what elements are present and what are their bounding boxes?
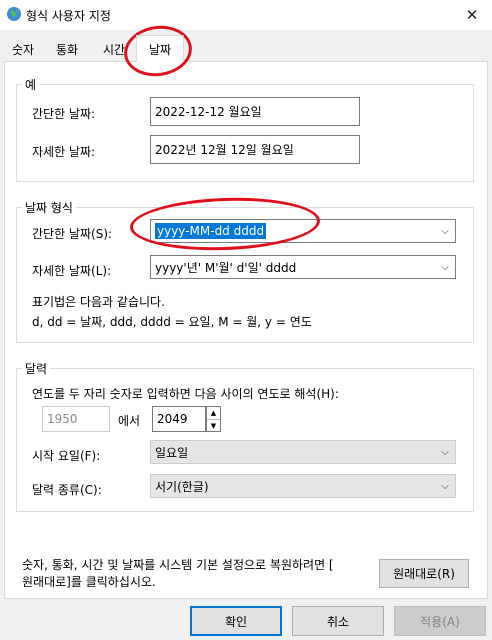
reset-instructions-line1: 숫자, 통화, 시간 및 날짜를 시스템 기본 설정으로 복원하려면 [ [22,558,334,572]
long-date-format-combo[interactable]: yyyy'년' M'월' d'일' dddd ⌵ [150,255,456,279]
example-short-date-field: 2022-12-12 월요일 [150,97,360,126]
ok-button[interactable]: 확인 [190,606,282,636]
year-from-field: 1950 [42,406,110,432]
first-day-label: 시작 요일(F): [32,449,101,463]
example-short-label: 간단한 날짜: [32,107,96,121]
between-label: 에서 [118,414,141,428]
two-digit-year-label: 연도를 두 자리 숫자로 입력하면 다음 사이의 연도로 해석(H): [32,387,339,401]
first-day-combo[interactable]: 일요일 ⌵ [150,440,456,464]
spin-up-icon[interactable]: ▲ [207,407,220,420]
year-spinner[interactable]: ▲ ▼ [206,406,221,432]
chevron-down-icon[interactable]: ⌵ [435,262,455,273]
year-to-field[interactable]: 2049 [152,406,206,432]
calendar-type-combo[interactable]: 서기(한글) ⌵ [150,474,456,498]
notation-heading: 표기법은 다음과 같습니다. [32,295,165,309]
close-icon[interactable]: ✕ [452,0,492,30]
notation-legend: d, dd = 날짜, ddd, dddd = 요일, M = 월, y = 연… [32,315,312,329]
example-long-label: 자세한 날짜: [32,145,96,159]
apply-button: 적용(A) [394,606,486,636]
calendar-group-label: 달력 [22,360,51,377]
window-title: 형식 사용자 지정 [26,9,111,23]
long-date-format-label: 자세한 날짜(L): [32,264,112,278]
tab-number[interactable]: 숫자 [4,38,42,60]
chevron-down-icon[interactable]: ⌵ [435,447,455,458]
reset-button[interactable]: 원래대로(R) [379,559,469,588]
example-group-label: 예 [22,76,40,93]
cancel-button[interactable]: 취소 [292,606,384,636]
title-bar: 형식 사용자 지정 ✕ [0,0,492,30]
calendar-type-value: 서기(한글) [155,479,209,494]
spin-down-icon[interactable]: ▼ [207,420,220,432]
chevron-down-icon[interactable]: ⌵ [435,226,455,237]
tab-date[interactable]: 날짜 [136,35,184,62]
first-day-value: 일요일 [155,445,189,460]
reset-instructions-line2: 원래대로]를 클릭하십시오. [22,575,156,589]
short-date-format-label: 간단한 날짜(S): [32,227,113,241]
example-long-date-field: 2022년 12월 12일 월요일 [150,135,360,164]
tab-currency[interactable]: 통화 [44,38,90,60]
chevron-down-icon[interactable]: ⌵ [435,481,455,492]
calendar-type-label: 달력 종류(C): [32,483,102,497]
long-date-format-value: yyyy'년' M'월' d'일' dddd [155,260,297,275]
date-format-group-label: 날짜 형식 [22,199,76,216]
globe-icon [7,7,21,21]
